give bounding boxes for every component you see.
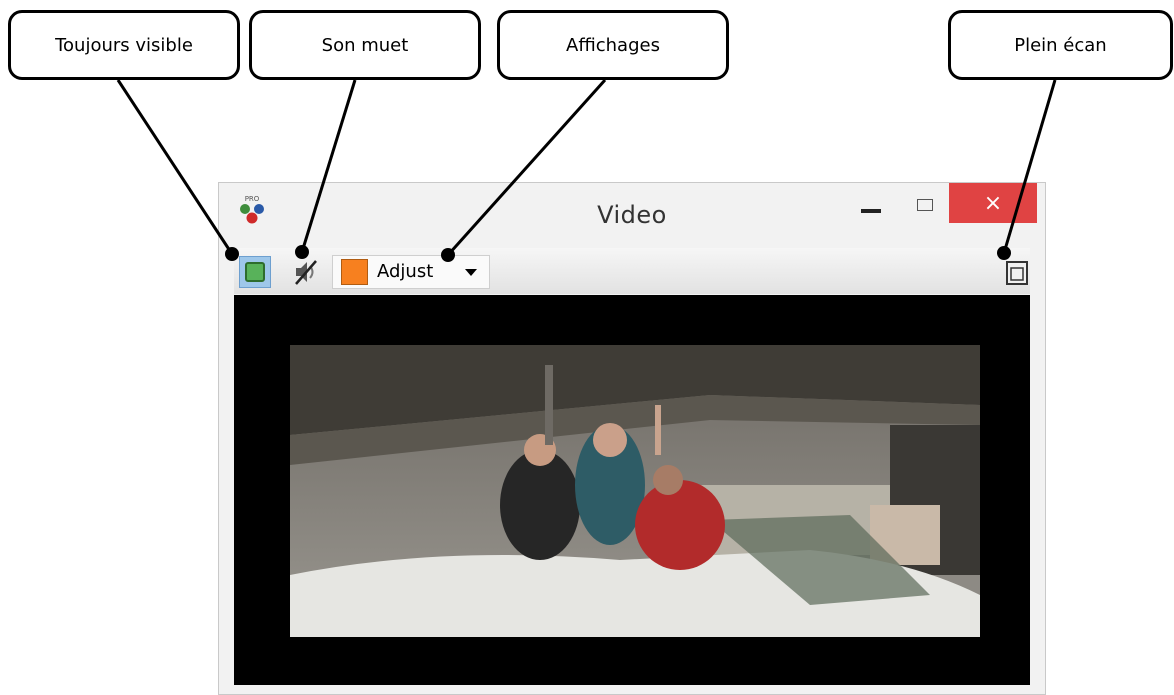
display-mode-label: Adjust (377, 261, 434, 282)
fullscreen-icon (1006, 261, 1028, 285)
always-on-top-icon (245, 262, 265, 282)
close-icon: × (983, 190, 1003, 216)
mute-icon (295, 260, 317, 285)
chevron-down-icon (465, 269, 477, 276)
close-button[interactable]: × (949, 183, 1037, 223)
video-display-area[interactable] (234, 295, 1030, 685)
callout-always-on-top-text: Toujours visible (55, 34, 193, 56)
callout-marker-displays (441, 248, 455, 262)
video-window: PRO Video × Adjust (218, 182, 1046, 695)
window-title: Video (597, 201, 667, 229)
minimize-button[interactable] (861, 209, 881, 213)
display-mode-swatch-icon (341, 259, 368, 285)
callout-marker-always-on-top (225, 247, 239, 261)
mute-button[interactable] (290, 257, 322, 287)
title-bar[interactable]: PRO Video × (219, 183, 1045, 247)
callout-fullscreen-text: Plein écan (1014, 34, 1107, 56)
callout-mute: Son muet (249, 10, 481, 80)
fullscreen-button[interactable] (1005, 260, 1029, 286)
callout-fullscreen: Plein écan (948, 10, 1173, 80)
callout-displays-text: Affichages (566, 34, 660, 56)
maximize-button[interactable] (917, 199, 933, 211)
callout-marker-mute (295, 245, 309, 259)
callout-marker-fullscreen (997, 246, 1011, 260)
video-frame (290, 345, 980, 637)
callout-always-on-top: Toujours visible (8, 10, 240, 80)
video-image (290, 345, 980, 637)
always-on-top-button[interactable] (239, 256, 271, 288)
video-toolbar: Adjust (234, 248, 1030, 294)
display-mode-dropdown[interactable]: Adjust (332, 255, 490, 289)
callout-mute-text: Son muet (321, 34, 409, 56)
callout-displays: Affichages (497, 10, 729, 80)
